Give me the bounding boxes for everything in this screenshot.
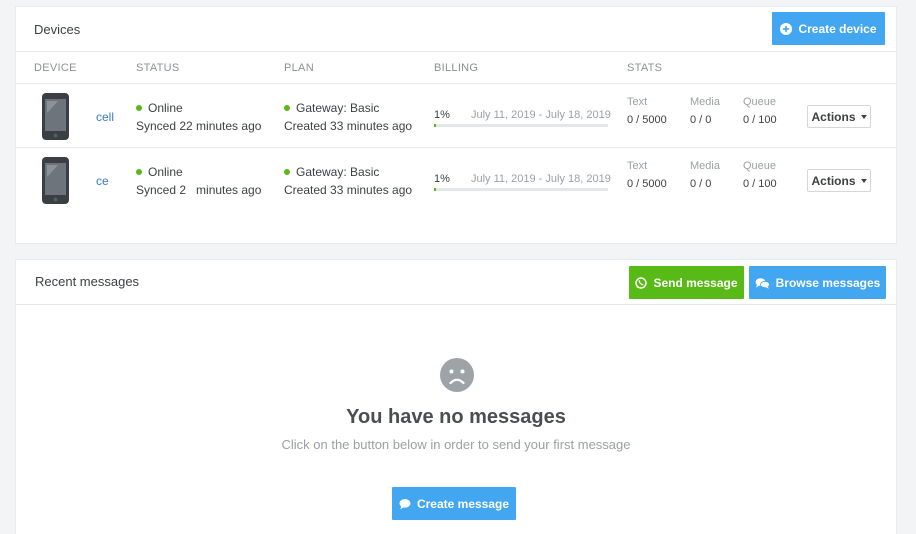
- device-synced: Synced 22 minutes ago: [136, 119, 262, 133]
- create-message-label: Create message: [416, 496, 510, 511]
- create-message-button[interactable]: Create message: [392, 487, 516, 520]
- recent-messages-panel: Recent messages Send message Browse mess…: [15, 259, 897, 534]
- actions-dropdown-button[interactable]: Actions: [807, 169, 871, 192]
- actions-label: Actions: [811, 109, 856, 124]
- column-header-plan: PLAN: [284, 62, 314, 74]
- stat-text-label: Text: [627, 96, 648, 108]
- actions-dropdown-button[interactable]: Actions: [807, 105, 871, 128]
- devices-panel-header: Devices Create device: [16, 7, 896, 52]
- device-link[interactable]: cell: [96, 110, 114, 124]
- actions-label: Actions: [811, 173, 856, 188]
- device-status-label: Online: [148, 101, 183, 115]
- row-divider: [16, 147, 896, 148]
- sad-face-icon: [440, 358, 474, 392]
- online-dot-icon: [136, 168, 142, 175]
- create-device-button[interactable]: Create device: [772, 12, 885, 45]
- device-status: Online: [136, 101, 183, 115]
- billing-percent: 1%: [434, 173, 450, 185]
- send-message-button[interactable]: Send message: [629, 266, 744, 299]
- stat-queue-value: 0 / 100: [743, 114, 777, 126]
- whatsapp-icon: [635, 276, 648, 289]
- plan-dot-icon: [284, 168, 290, 175]
- caret-down-icon: [860, 178, 867, 183]
- comment-icon: [399, 498, 411, 509]
- stat-media-value: 0 / 0: [690, 114, 712, 126]
- device-created: Created 33 minutes ago: [284, 183, 413, 197]
- device-status: Online: [136, 165, 183, 179]
- billing-progress-bar: [434, 188, 608, 191]
- stat-media-label: Media: [690, 96, 720, 108]
- billing-progress-bar: [434, 124, 608, 127]
- billing-progress-fill: [434, 124, 436, 127]
- messages-panel-header: Recent messages Send message Browse mess…: [16, 260, 896, 305]
- send-message-label: Send message: [653, 275, 738, 290]
- empty-state-subtitle: Click on the button below in order to se…: [281, 437, 631, 452]
- device-synced: Synced 2 minutes ago: [136, 183, 262, 197]
- billing-progress-fill: [434, 188, 436, 191]
- devices-panel: Devices Create device DEVICE STATUS PLAN…: [15, 6, 897, 244]
- device-plan: Gateway: Basic: [284, 101, 379, 115]
- column-header-billing: BILLING: [434, 62, 479, 74]
- device-status-label: Online: [148, 165, 183, 179]
- stat-media-label: Media: [690, 160, 720, 172]
- comments-icon: [755, 277, 770, 289]
- plan-dot-icon: [284, 104, 290, 111]
- column-header-stats: STATS: [627, 62, 663, 74]
- stat-media-value: 0 / 0: [690, 178, 712, 190]
- phone-icon: [42, 93, 69, 140]
- plus-circle-icon: [780, 22, 793, 35]
- stat-text-value: 0 / 5000: [627, 114, 667, 126]
- empty-state-title: You have no messages: [346, 406, 566, 428]
- phone-icon: [42, 157, 69, 204]
- browse-messages-button[interactable]: Browse messages: [749, 266, 886, 299]
- device-plan: Gateway: Basic: [284, 165, 379, 179]
- caret-down-icon: [860, 114, 867, 119]
- stat-text-value: 0 / 5000: [627, 178, 667, 190]
- billing-range: July 11, 2019 - July 18, 2019: [471, 109, 611, 121]
- column-header-device: DEVICE: [34, 62, 77, 74]
- create-device-label: Create device: [798, 21, 877, 36]
- device-plan-label: Gateway: Basic: [296, 101, 380, 115]
- header-divider: [16, 83, 896, 84]
- stat-text-label: Text: [627, 160, 648, 172]
- browse-messages-label: Browse messages: [775, 275, 881, 290]
- device-plan-label: Gateway: Basic: [296, 165, 380, 179]
- billing-range: July 11, 2019 - July 18, 2019: [471, 173, 611, 185]
- device-link[interactable]: ce: [96, 174, 109, 188]
- stat-queue-label: Queue: [743, 96, 777, 108]
- devices-panel-title: Devices: [34, 22, 81, 37]
- messages-panel-title: Recent messages: [35, 274, 140, 289]
- column-header-status: STATUS: [136, 62, 180, 74]
- online-dot-icon: [136, 104, 142, 111]
- device-created: Created 33 minutes ago: [284, 119, 413, 133]
- stat-queue-value: 0 / 100: [743, 178, 777, 190]
- billing-percent: 1%: [434, 109, 450, 121]
- stat-queue-label: Queue: [743, 160, 777, 172]
